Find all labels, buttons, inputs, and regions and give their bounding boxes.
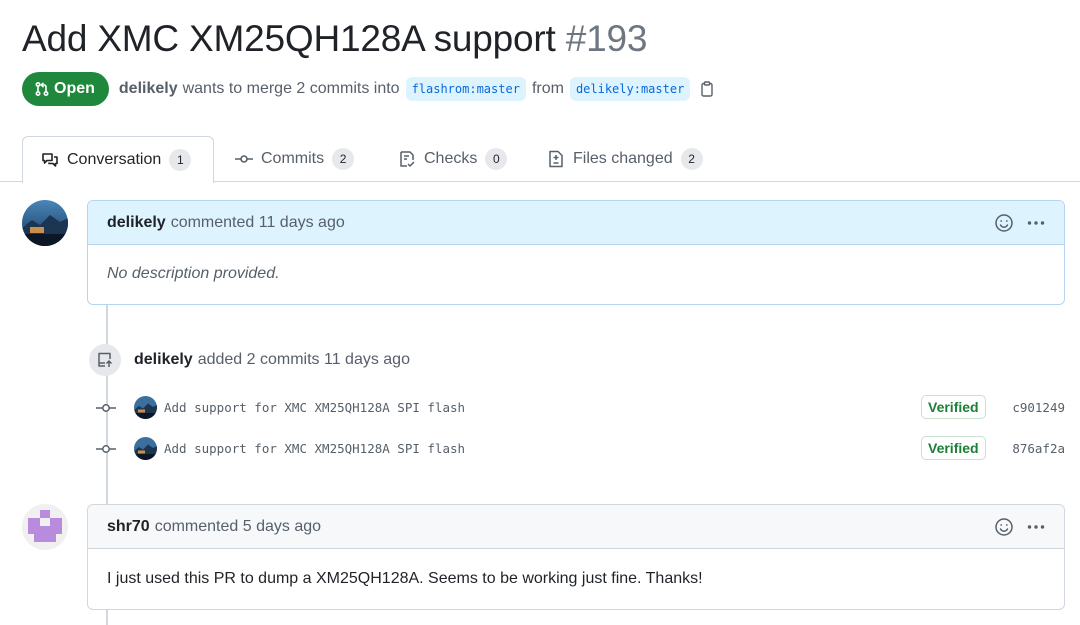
tab-files-changed-count: 2	[680, 148, 703, 170]
comment-author-1[interactable]: delikely	[107, 214, 166, 232]
tab-files-changed[interactable]: Files changed 2	[547, 136, 703, 182]
commit-sha[interactable]: c901249	[1012, 400, 1065, 415]
copy-icon[interactable]	[699, 81, 715, 97]
verified-badge[interactable]: Verified	[921, 436, 986, 460]
tab-conversation-count: 1	[169, 149, 192, 171]
pr-title: Add XMC XM25QH128A support #193	[22, 18, 647, 60]
verified-badge[interactable]: Verified	[921, 395, 986, 419]
commit-row: Add support for XMC XM25QH128A SPI flash…	[0, 395, 1080, 421]
commit-author-avatar[interactable]	[134, 396, 157, 419]
git-commit-icon	[96, 404, 116, 412]
delikely-avatar-image	[134, 437, 157, 460]
repo-push-icon	[98, 352, 113, 367]
comment-body-1: No description provided.	[107, 265, 280, 282]
merge-text: wants to merge 2 commits into	[182, 80, 400, 97]
comment-card-2: shr70 commented 5 days ago I just used t…	[87, 504, 1065, 610]
commit-message[interactable]: Add support for XMC XM25QH128A SPI flash	[164, 441, 465, 456]
head-branch[interactable]: delikely:master	[569, 77, 691, 101]
pr-author-link[interactable]: delikely	[119, 80, 178, 98]
comment-timestamp-2[interactable]: commented 5 days ago	[155, 518, 321, 536]
pr-title-text: Add XMC XM25QH128A support	[22, 18, 556, 59]
file-diff-icon	[549, 150, 563, 168]
tab-checks-label: Checks	[424, 150, 478, 167]
comment-header-1: delikely commented 11 days ago	[88, 201, 1064, 245]
kebab-horizontal-icon[interactable]	[1026, 517, 1046, 537]
kebab-horizontal-icon[interactable]	[1026, 213, 1046, 233]
tab-conversation[interactable]: Conversation 1	[22, 136, 214, 183]
pr-number: #193	[565, 18, 648, 59]
smiley-icon[interactable]	[994, 517, 1014, 537]
tab-commits-label: Commits	[261, 150, 325, 167]
pr-meta: Open delikely wants to merge 2 commits i…	[22, 72, 715, 106]
delikely-avatar-image	[22, 200, 68, 246]
push-badge	[89, 344, 121, 376]
push-event: delikely added 2 commits 11 days ago	[89, 344, 410, 376]
shr70-identicon	[22, 504, 68, 550]
tab-files-changed-label: Files changed	[573, 150, 673, 167]
pr-state-label: Open	[54, 80, 95, 97]
comment-timestamp-1[interactable]: commented 11 days ago	[171, 214, 345, 232]
from-text: from	[531, 80, 564, 97]
tab-commits-count: 2	[332, 148, 355, 170]
base-branch[interactable]: flashrom:master	[405, 77, 526, 101]
smiley-icon[interactable]	[994, 213, 1014, 233]
comment-body-2: I just used this PR to dump a XM25QH128A…	[107, 570, 703, 587]
commit-sha[interactable]: 876af2a	[1012, 441, 1065, 456]
tab-checks-count: 0	[485, 148, 508, 170]
tab-checks[interactable]: Checks 0	[398, 136, 508, 182]
checklist-icon	[400, 151, 415, 167]
avatar-shr70[interactable]	[22, 504, 68, 550]
push-text: added 2 commits 11 days ago	[197, 351, 410, 368]
commit-row: Add support for XMC XM25QH128A SPI flash…	[0, 436, 1080, 462]
tab-conversation-label: Conversation	[67, 151, 162, 168]
git-commit-icon	[96, 445, 116, 453]
push-author[interactable]: delikely	[134, 351, 193, 369]
comment-discussion-icon	[42, 153, 58, 167]
commit-message[interactable]: Add support for XMC XM25QH128A SPI flash	[164, 400, 465, 415]
pr-state-badge: Open	[22, 72, 109, 106]
comment-header-2: shr70 commented 5 days ago	[88, 505, 1064, 549]
git-pull-request-icon	[35, 81, 49, 97]
commit-author-avatar[interactable]	[134, 437, 157, 460]
delikely-avatar-image	[134, 396, 157, 419]
avatar-delikely[interactable]	[22, 200, 68, 246]
git-commit-icon	[235, 155, 253, 163]
tab-commits[interactable]: Commits 2	[235, 136, 355, 182]
comment-author-2[interactable]: shr70	[107, 518, 150, 536]
pr-tabs: Conversation 1 Commits 2 Checks 0 Files …	[0, 136, 1080, 183]
comment-card-1: delikely commented 11 days ago No descri…	[87, 200, 1065, 305]
